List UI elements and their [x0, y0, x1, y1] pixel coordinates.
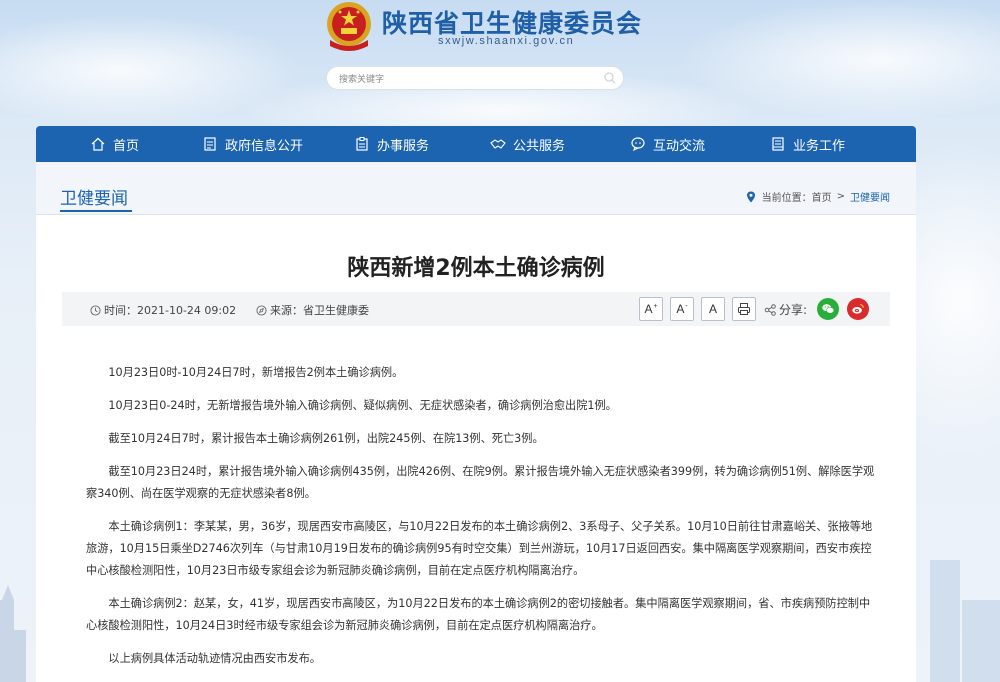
- breadcrumb-home-link[interactable]: 首页: [812, 189, 832, 204]
- nav-label: 首页: [113, 138, 140, 154]
- section-title: 卫健要闻: [60, 189, 128, 209]
- nav-label: 办事服务: [377, 138, 430, 154]
- article-title: 陕西新增2例本土确诊病例: [347, 256, 605, 281]
- section-header: 卫健要闻 当前位置： 首页 > 卫健要闻: [36, 162, 916, 215]
- content-panel: 卫健要闻 当前位置： 首页 > 卫健要闻 陕西新增2例本土确诊病例 时间： 20…: [36, 162, 916, 682]
- compass-icon: [256, 304, 267, 316]
- chat-bubble-icon: [631, 137, 645, 152]
- time-label: 时间：: [104, 304, 137, 317]
- nav-item-business[interactable]: 业务工作: [770, 126, 845, 162]
- breadcrumb-separator: >: [836, 191, 845, 202]
- search-icon[interactable]: [603, 71, 617, 85]
- nav-label: 互动交流: [653, 138, 706, 154]
- weibo-icon: [852, 304, 864, 314]
- article-paragraph: 截至10月24日7时，累计报告本土确诊病例261例，出院245例、在院13例、死…: [108, 432, 544, 445]
- share-icon: [764, 303, 776, 316]
- article-paragraph: 以上病例具体活动轨迹情况由西安市发布。: [108, 652, 321, 665]
- search-input[interactable]: [339, 69, 589, 91]
- national-emblem-icon: [327, 2, 371, 51]
- nav-label: 业务工作: [793, 138, 846, 154]
- font-decrease-button[interactable]: A-: [670, 297, 694, 321]
- article-paragraph: 10月23日0时-10月24日7时，新增报告2例本土确诊病例。: [108, 366, 404, 379]
- clock-icon: [90, 304, 101, 316]
- printer-icon: [738, 303, 750, 315]
- article-source: 来源： 省卫生健康委: [256, 302, 369, 318]
- nav-item-public-services[interactable]: 公共服务: [490, 126, 565, 162]
- nav-item-home[interactable]: 首页: [90, 126, 139, 162]
- font-reset-button[interactable]: A: [701, 297, 725, 321]
- source-value: 省卫生健康委: [303, 304, 369, 317]
- breadcrumb: 当前位置： 首页 > 卫健要闻: [746, 189, 890, 204]
- location-pin-icon: [746, 191, 755, 202]
- article-paragraph: 本土确诊病例1：李某某，男，36岁，现居西安市高陵区，与10月22日发布的本土确…: [86, 520, 873, 577]
- publish-time: 时间： 2021-10-24 09:02: [90, 302, 236, 318]
- article-paragraph: 本土确诊病例2：赵某，女，41岁，现居西安市高陵区，为10月22日发布的本土确诊…: [86, 597, 871, 632]
- site-header: 陕西省卫生健康委员会 sxwjw.shaanxi.gov.cn: [0, 0, 1000, 126]
- home-icon: [91, 137, 105, 151]
- site-domain: sxwjw.shaanxi.gov.cn: [438, 35, 575, 47]
- share-label: 分享:: [764, 301, 807, 318]
- nav-item-interaction[interactable]: 互动交流: [630, 126, 705, 162]
- nav-label: 公共服务: [513, 138, 566, 154]
- nav-item-services[interactable]: 办事服务: [354, 126, 429, 162]
- font-increase-button[interactable]: A +: [639, 297, 663, 321]
- article-paragraph: 截至10月23日24时，累计报告境外输入确诊病例435例，出院426例、在院9例…: [86, 465, 875, 500]
- section-title-underline: [60, 210, 132, 212]
- time-value: 2021-10-24 09:02: [137, 303, 237, 317]
- article-body: 10月23日0时-10月24日7时，新增报告2例本土确诊病例。 10月23日0-…: [86, 362, 876, 681]
- nav-label: 政府信息公开: [225, 138, 304, 154]
- breadcrumb-prefix: 当前位置：: [761, 193, 812, 204]
- weibo-share-button[interactable]: [847, 298, 869, 320]
- clipboard-icon: [356, 137, 368, 151]
- handshake-icon: [490, 139, 506, 149]
- source-label: 来源：: [270, 304, 303, 317]
- book-icon: [772, 137, 784, 151]
- breadcrumb-current-link[interactable]: 卫健要闻: [850, 189, 890, 204]
- wechat-share-button[interactable]: [817, 298, 839, 320]
- search-bar: [326, 66, 624, 91]
- print-button[interactable]: [732, 297, 756, 321]
- article-paragraph: 10月23日0-24时，无新增报告境外输入确诊病例、疑似病例、无症状感染者，确诊…: [108, 399, 617, 412]
- article-meta-bar: 时间： 2021-10-24 09:02 来源： 省卫生健康委 A + A- A …: [62, 292, 890, 326]
- nav-item-gov-info[interactable]: 政府信息公开: [202, 126, 303, 162]
- main-navigation: 首页 政府信息公开 办事服务 公共服务 互动交流 业务工作: [36, 126, 916, 162]
- document-list-icon: [204, 137, 216, 151]
- wechat-icon: [822, 304, 835, 314]
